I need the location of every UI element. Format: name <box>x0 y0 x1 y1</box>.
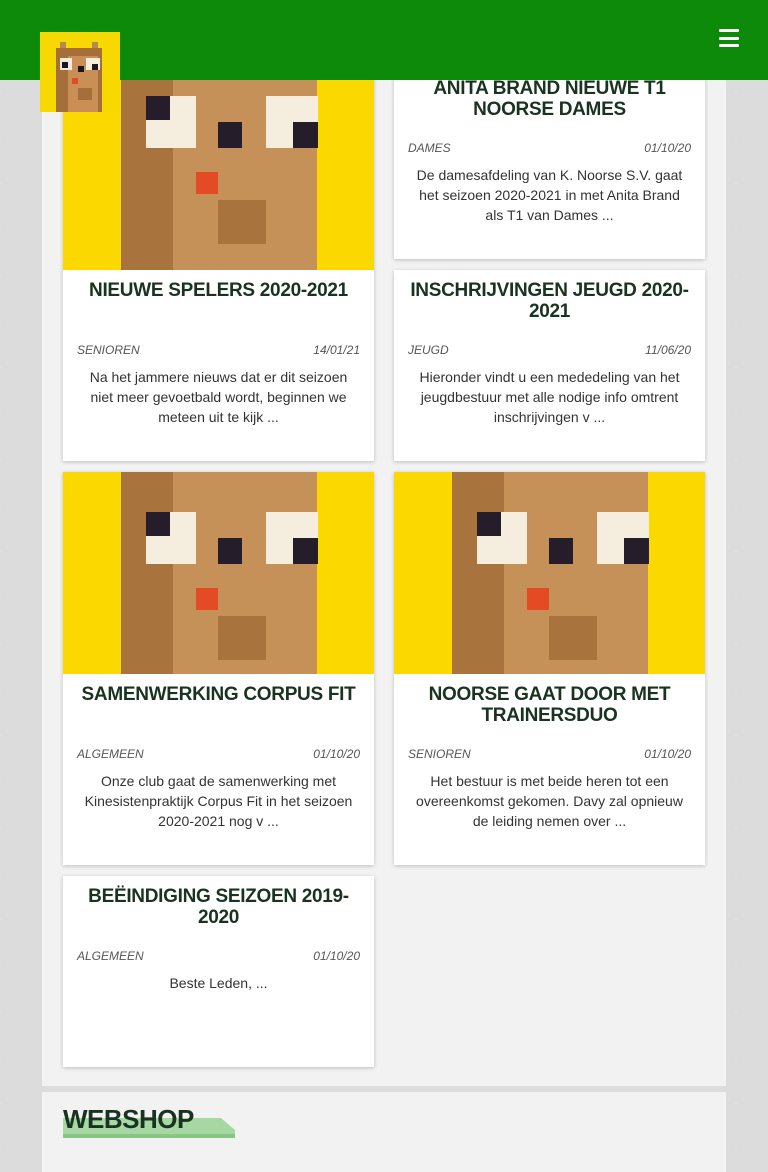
news-card-meta: SENIOREN 01/10/20 <box>394 744 705 764</box>
webshop-heading: WEBSHOP <box>63 1104 194 1134</box>
club-logo[interactable] <box>40 32 120 112</box>
news-card-category: DAMES <box>408 141 451 155</box>
news-card-category: SENIOREN <box>408 747 471 761</box>
news-card-date: 01/10/20 <box>644 747 691 761</box>
news-card-category: ALGEMEEN <box>77 747 144 761</box>
news-card-excerpt: De damesafdeling van K. Noorse S.V. gaat… <box>416 167 683 223</box>
news-card-category: JEUGD <box>408 343 449 357</box>
mascot-image-icon <box>394 472 705 674</box>
news-card-category: ALGEMEEN <box>77 949 144 963</box>
news-card-excerpt: Na het jammere nieuws dat er dit seizoen… <box>89 369 348 425</box>
news-card-image[interactable] <box>394 472 705 674</box>
webshop-section: WEBSHOP <box>42 1092 726 1172</box>
news-card-date: 01/10/20 <box>313 747 360 761</box>
news-card-category: SENIOREN <box>77 343 140 357</box>
news-card-title[interactable]: ANITA BRAND NIEUWE T1 NOORSE DAMES <box>394 78 705 138</box>
news-card-excerpt: Onze club gaat de samenwerking met Kines… <box>84 773 353 829</box>
news-card-meta: JEUGD 11/06/20 <box>394 340 705 360</box>
news-card-meta: SENIOREN 14/01/21 <box>63 340 374 360</box>
news-card-excerpt: Het bestuur is met beide heren tot een o… <box>416 773 683 829</box>
news-card[interactable]: BEËINDIGING SEIZOEN 2019-2020 ALGEMEEN 0… <box>63 876 374 1067</box>
news-card-title[interactable]: NOORSE GAAT DOOR MET TRAINERSDUO <box>394 684 705 744</box>
news-card[interactable]: INSCHRIJVINGEN JEUGD 2020-2021 JEUGD 11/… <box>394 270 705 461</box>
news-card-meta: DAMES 01/10/20 <box>394 138 705 158</box>
news-card-meta: ALGEMEEN 01/10/20 <box>63 744 374 764</box>
news-card-title[interactable]: BEËINDIGING SEIZOEN 2019-2020 <box>63 886 374 946</box>
news-card-title[interactable]: SAMENWERKING CORPUS FIT <box>63 684 374 744</box>
mascot-image-icon <box>63 472 374 674</box>
news-card[interactable]: SAMENWERKING CORPUS FIT ALGEMEEN 01/10/2… <box>63 472 374 865</box>
news-card-date: 11/06/20 <box>645 343 691 357</box>
news-card[interactable]: NOORSE GAAT DOOR MET TRAINERSDUO SENIORE… <box>394 472 705 865</box>
news-card-excerpt: Beste Leden, ... <box>169 975 268 991</box>
news-card-image[interactable] <box>63 472 374 674</box>
news-card-date: 01/10/20 <box>313 949 360 963</box>
news-panel: ANITA BRAND NIEUWE T1 NOORSE DAMES DAMES… <box>42 0 726 1086</box>
news-card-title[interactable]: NIEUWE SPELERS 2020-2021 <box>63 280 374 340</box>
news-card-date: 01/10/20 <box>644 141 691 155</box>
news-card-title[interactable]: INSCHRIJVINGEN JEUGD 2020-2021 <box>394 280 705 340</box>
mascot-logo-icon <box>40 32 120 112</box>
hamburger-menu-icon[interactable] <box>719 29 739 47</box>
news-card-date: 14/01/21 <box>313 343 360 357</box>
news-card-meta: ALGEMEEN 01/10/20 <box>63 946 374 966</box>
news-card-excerpt: Hieronder vindt u een mededeling van het… <box>419 369 680 425</box>
